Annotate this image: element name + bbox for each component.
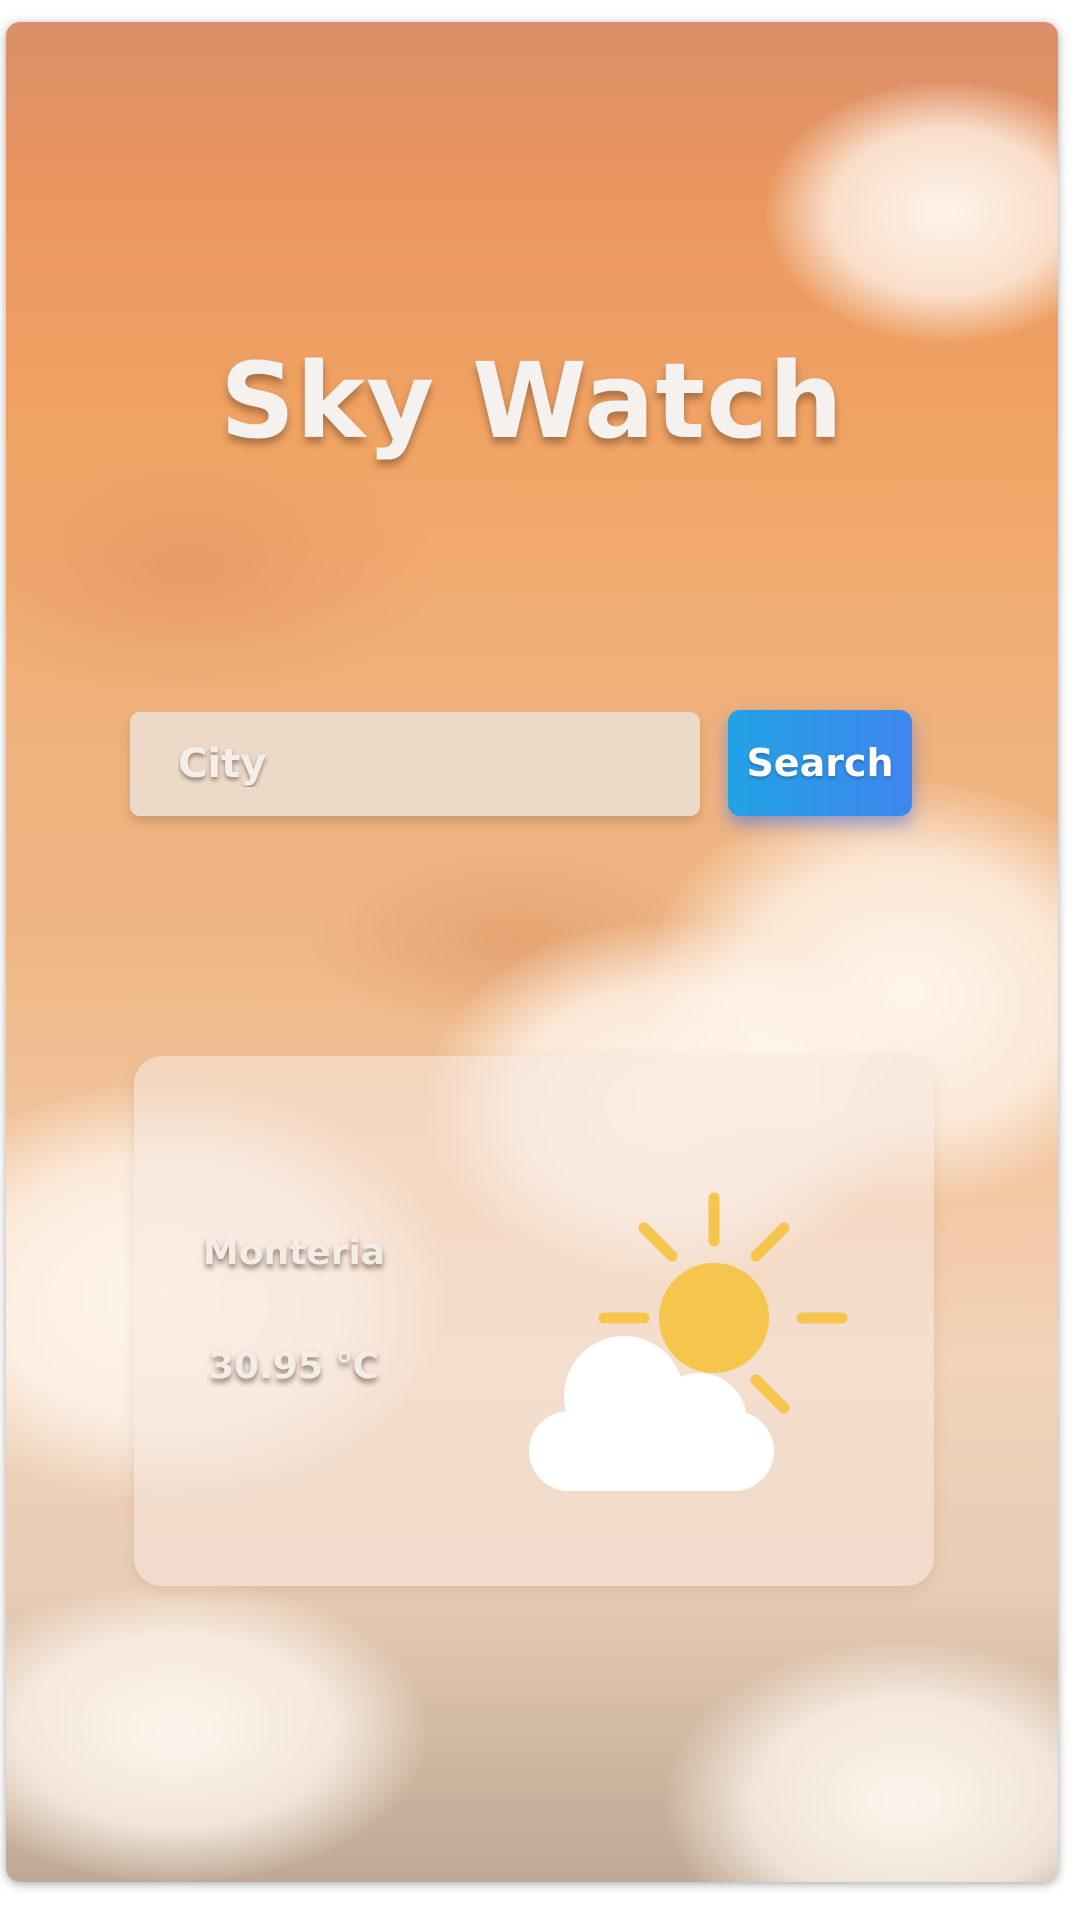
sun-disc-icon xyxy=(659,1263,769,1373)
app-window: Sky Watch Search Monteria 30.95 ℃ xyxy=(6,22,1058,1882)
temperature-value: 30.95 ℃ xyxy=(209,1346,379,1387)
weather-card: Monteria 30.95 ℃ xyxy=(134,1056,934,1586)
app-title: Sky Watch xyxy=(220,340,844,462)
background-cloud xyxy=(6,1582,426,1882)
partly-cloudy-icon xyxy=(529,1192,848,1491)
background-haze xyxy=(6,442,446,702)
background-haze xyxy=(306,842,726,1042)
background-cloud xyxy=(766,82,1058,342)
city-search-input[interactable] xyxy=(130,712,700,816)
background-cloud xyxy=(666,1642,1058,1882)
search-button[interactable]: Search xyxy=(728,710,912,816)
city-name: Monteria xyxy=(202,1232,386,1273)
